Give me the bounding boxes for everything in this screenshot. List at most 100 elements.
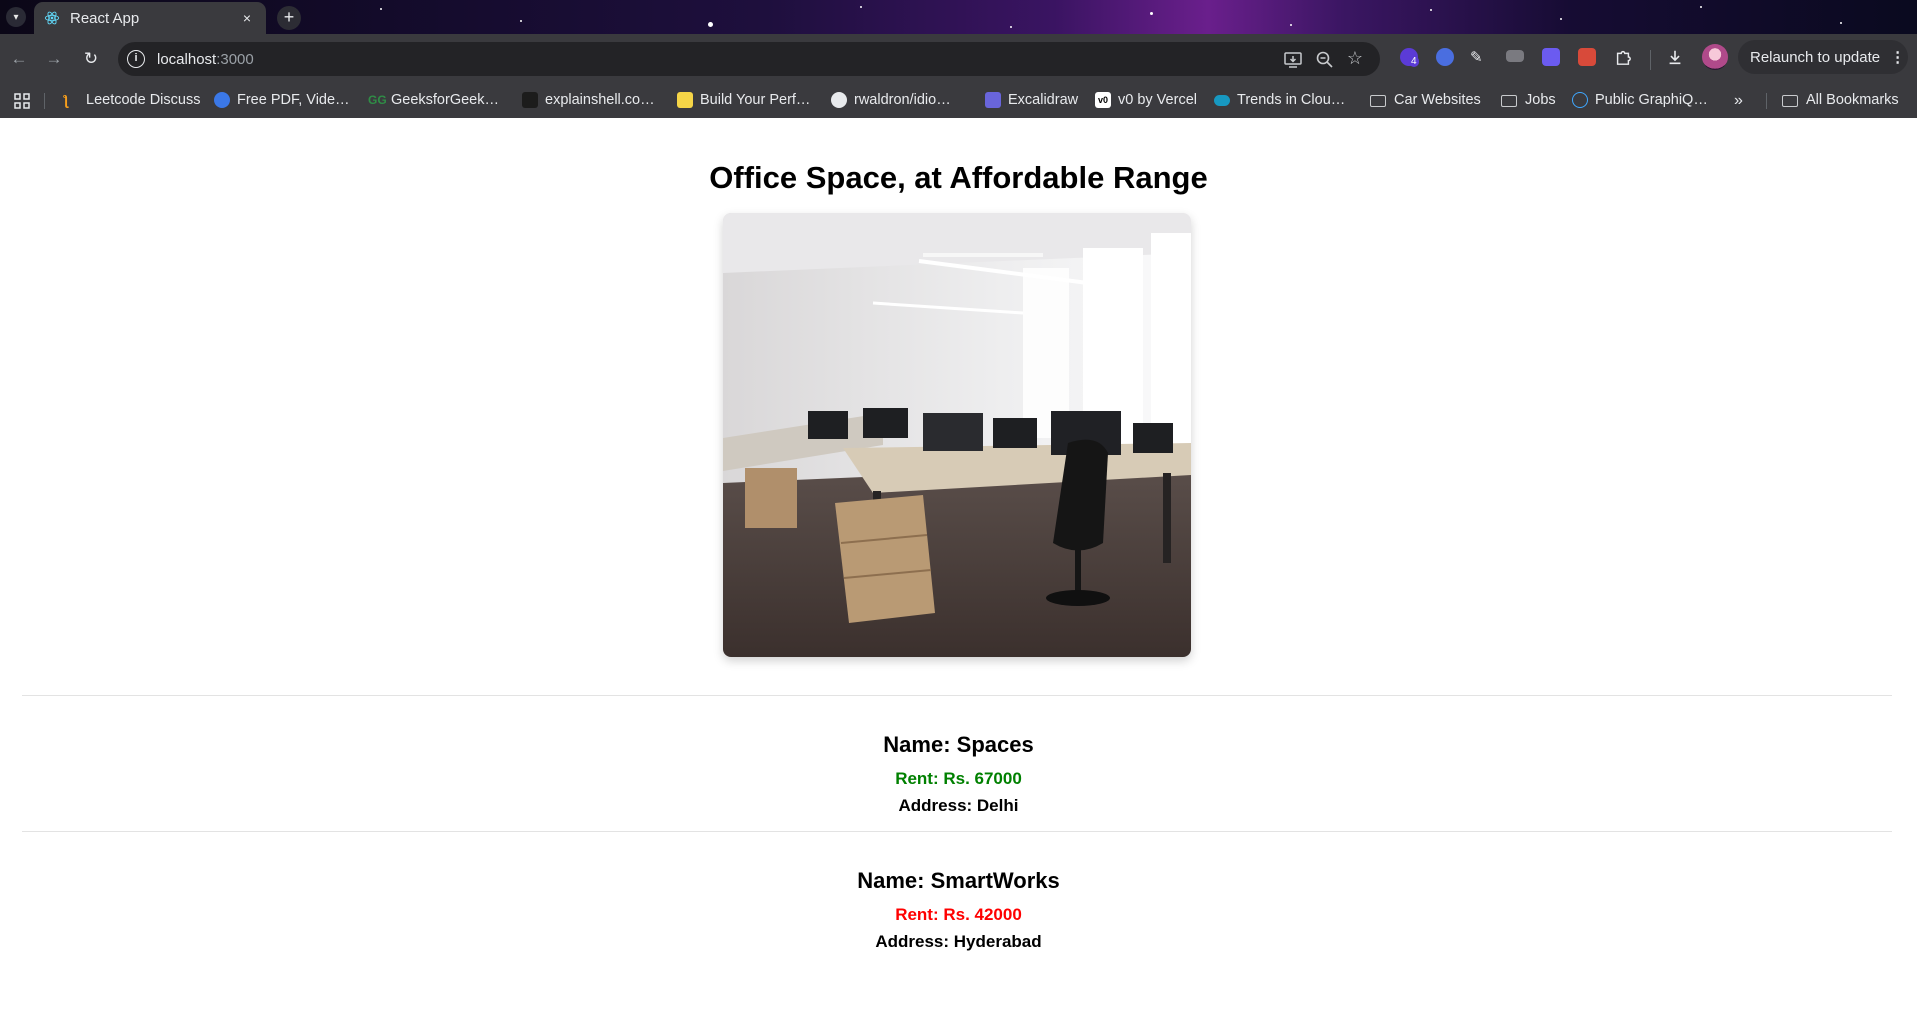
bookmark-label: Car Websites (1394, 92, 1481, 108)
relaunch-label: Relaunch to update (1750, 48, 1881, 66)
bookmark-label: Public GraphiQ… (1595, 92, 1708, 108)
folder-icon (1782, 95, 1798, 107)
listing-name: Name: SmartWorks (857, 868, 1060, 893)
all-bookmarks-button[interactable]: All Bookmarks (1782, 92, 1899, 108)
apps-grid-icon[interactable] (14, 93, 30, 109)
extension-badge: 4 (1409, 56, 1419, 67)
extensions-puzzle-icon[interactable] (1614, 48, 1632, 66)
react-icon (44, 11, 60, 25)
star (708, 22, 713, 27)
bookmarks-separator (1766, 93, 1767, 109)
profile-avatar[interactable] (1702, 44, 1728, 70)
office-photo (723, 213, 1191, 657)
listing-rent: Rent: Rs. 67000 (895, 769, 1022, 788)
forward-arrow-icon[interactable]: → (43, 48, 65, 70)
listing-address: Address: Delhi (898, 796, 1019, 815)
star (1290, 24, 1292, 26)
star (1010, 26, 1012, 28)
star (1700, 6, 1702, 8)
listing-rent: Rent: Rs. 42000 (895, 905, 1022, 924)
star (520, 20, 522, 22)
extension-icon[interactable] (1506, 50, 1524, 62)
folder-icon (1370, 95, 1386, 107)
page-content: Office Space, at Affordable Range Name: … (0, 118, 1917, 1009)
extension-icon[interactable] (1578, 48, 1596, 66)
bookmark-geeksforgeeks[interactable]: GG GeeksforGeek… (368, 92, 499, 108)
bookmark-public-graphiql[interactable]: Public GraphiQ… (1572, 92, 1708, 108)
bookmark-label: Leetcode Discuss (86, 92, 201, 108)
star (380, 8, 382, 10)
all-bookmarks-label: All Bookmarks (1806, 92, 1899, 108)
extension-icon[interactable]: 4 (1400, 48, 1419, 67)
chevron-double-right-icon: » (1734, 92, 1743, 109)
bookmark-v0[interactable]: v0 v0 by Vercel (1095, 92, 1197, 108)
github-icon (831, 92, 847, 108)
star (1150, 12, 1153, 15)
explainshell-icon (522, 92, 538, 108)
bookmark-label: rwaldron/idio… (854, 92, 951, 108)
listing-card: Name: Spaces Rent: Rs. 67000 Address: De… (0, 732, 1917, 816)
bookmark-build-your-perf[interactable]: Build Your Perf… (677, 92, 810, 108)
excalidraw-icon (985, 92, 1001, 108)
star (1560, 18, 1562, 20)
more-vert-icon[interactable]: ⋮ (1890, 48, 1905, 66)
listing-card: Name: SmartWorks Rent: Rs. 42000 Address… (0, 868, 1917, 952)
listing-divider (22, 831, 1892, 832)
browser-toolbar: ← → ↻ i localhost :3000 ☆ 4 ✎ Relaunch t… (0, 34, 1917, 84)
relaunch-to-update-button[interactable]: Relaunch to update ⋮ (1738, 40, 1908, 74)
bookmark-excalidraw[interactable]: Excalidraw (985, 92, 1078, 108)
tab-react-app[interactable]: React App × (34, 2, 266, 34)
url-host: localhost (157, 50, 217, 68)
star (1430, 9, 1432, 11)
v0-icon: v0 (1095, 92, 1111, 108)
reload-icon[interactable]: ↻ (80, 48, 102, 70)
bookmark-free-pdf[interactable]: Free PDF, Vide… (214, 92, 350, 108)
geeksforgeeks-icon: GG (368, 93, 387, 107)
bookmark-explainshell[interactable]: explainshell.co… (522, 92, 655, 108)
bookmark-label: Free PDF, Vide… (237, 92, 350, 108)
download-icon[interactable] (1666, 48, 1684, 66)
bookmarks-bar: ƪ Leetcode Discuss Free PDF, Vide… GG Ge… (0, 84, 1917, 118)
bookmark-trends-in-cloud[interactable]: Trends in Clou… (1214, 92, 1345, 108)
listing-address: Address: Hyderabad (875, 932, 1042, 951)
tab-strip: ▾ React App × + (0, 0, 1917, 34)
back-arrow-icon[interactable]: ← (8, 48, 30, 70)
bookmark-star-icon[interactable]: ☆ (1344, 48, 1366, 68)
eyedropper-icon[interactable]: ✎ (1470, 48, 1488, 66)
bookmark-label: Jobs (1525, 92, 1556, 108)
bookmark-folder-car-websites[interactable]: Car Websites (1370, 92, 1481, 108)
bookmarks-separator (44, 93, 45, 109)
listing-divider (22, 695, 1892, 696)
pdf-site-icon (214, 92, 230, 108)
install-app-icon[interactable] (1282, 50, 1304, 70)
new-tab-button[interactable]: + (277, 6, 301, 30)
bookmark-label: Build Your Perf… (700, 92, 811, 108)
bookmark-folder-jobs[interactable]: Jobs (1501, 92, 1556, 108)
office-illustration (723, 213, 1191, 657)
bookmark-label: Trends in Clou… (1237, 92, 1346, 108)
folder-icon (1501, 95, 1517, 107)
tab-search-button[interactable]: ▾ (6, 7, 26, 27)
bookmark-label: v0 by Vercel (1118, 92, 1197, 108)
bookmarks-overflow-button[interactable]: » (1734, 92, 1743, 110)
page-title: Office Space, at Affordable Range (709, 160, 1208, 195)
bookmark-leetcode-discuss[interactable]: ƪ Leetcode Discuss (63, 92, 200, 108)
site-info-icon[interactable]: i (127, 50, 145, 68)
toolbar-separator (1650, 50, 1651, 70)
extension-icon[interactable] (1436, 48, 1454, 66)
leetcode-icon: ƪ (63, 92, 69, 108)
address-bar[interactable]: i localhost :3000 ☆ (118, 42, 1380, 76)
bookmark-rwaldron[interactable]: rwaldron/idio… (831, 92, 951, 108)
extension-icon[interactable] (1542, 48, 1560, 66)
zoom-icon[interactable] (1314, 50, 1336, 70)
graphiql-icon (1572, 92, 1588, 108)
bookmark-label: explainshell.co… (545, 92, 655, 108)
star (860, 6, 862, 8)
tab-title: React App (70, 9, 140, 27)
bookmark-label: Excalidraw (1008, 92, 1079, 108)
chevron-down-icon: ▾ (13, 11, 19, 23)
star (1840, 22, 1842, 24)
close-icon[interactable]: × (238, 10, 256, 26)
build-icon (677, 92, 693, 108)
url-port: :3000 (216, 50, 254, 68)
